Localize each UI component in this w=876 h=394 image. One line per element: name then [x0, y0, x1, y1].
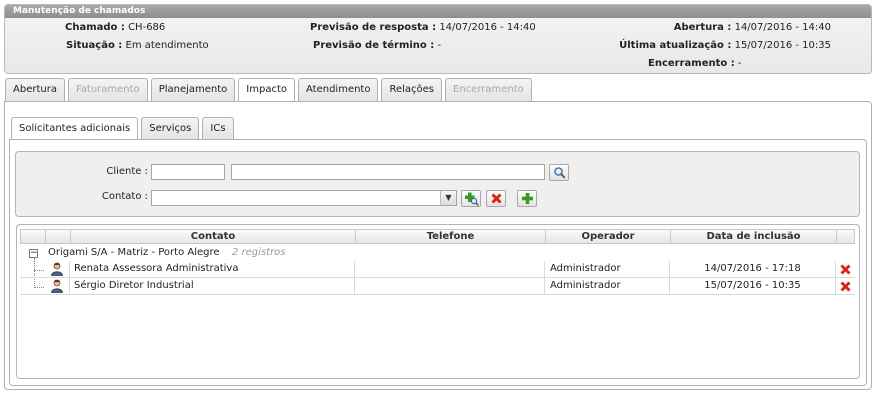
prev-termino-label: Previsão de término :	[313, 40, 435, 51]
data-cell: 15/07/2016 - 10:35	[670, 278, 836, 294]
prev-resposta-value: 14/07/2016 - 14:40	[439, 22, 536, 33]
main-tabs: Abertura Faturamento Planejamento Impact…	[5, 78, 532, 102]
user-icon	[51, 262, 63, 276]
col-telefone[interactable]: Telefone	[356, 230, 546, 243]
tab-impacto[interactable]: Impacto	[238, 78, 295, 102]
abertura-label: Abertura :	[673, 22, 732, 33]
prev-resposta-field: Previsão de resposta : 14/07/2016 - 14:4…	[310, 22, 536, 33]
add-search-icon	[465, 192, 479, 206]
contato-cell: Sérgio Diretor Industrial	[70, 278, 355, 294]
user-icon	[51, 279, 63, 293]
delete-icon	[840, 281, 851, 292]
add-contact-search-button[interactable]	[461, 190, 481, 207]
ultima-atualizacao-field: Última atualização : 15/07/2016 - 10:35	[619, 40, 831, 51]
sub-tabs: Solicitantes adicionais Serviços ICs	[11, 117, 234, 140]
grid-header: Contato Telefone Operador Data de inclus…	[20, 229, 855, 244]
delete-icon	[491, 193, 502, 204]
delete-icon	[840, 264, 851, 275]
subtab-solicitantes[interactable]: Solicitantes adicionais	[11, 117, 139, 140]
tree-column-header	[21, 230, 46, 243]
tab-abertura[interactable]: Abertura	[5, 78, 65, 101]
encerramento-field: Encerramento : -	[648, 58, 742, 69]
col-operador[interactable]: Operador	[546, 230, 671, 243]
filter-box	[15, 151, 860, 217]
operador-cell: Administrador	[545, 261, 670, 277]
table-row[interactable]: Sérgio Diretor Industrial Administrador …	[20, 278, 855, 295]
telefone-cell	[355, 278, 545, 294]
encerramento-label: Encerramento :	[648, 58, 735, 69]
telefone-cell	[355, 261, 545, 277]
delete-row-button[interactable]	[836, 278, 854, 294]
plus-icon	[522, 193, 533, 204]
group-name: Origami S/A - Matriz - Porto Alegre	[48, 247, 220, 258]
search-icon	[554, 167, 566, 179]
cliente-name-input[interactable]	[231, 164, 545, 180]
panel-title: Manutenção de chamados	[5, 5, 871, 18]
prev-termino-field: Previsão de término : -	[313, 40, 441, 51]
subtab-ics[interactable]: ICs	[202, 117, 234, 139]
chamado-label: Chamado :	[65, 22, 125, 33]
delete-row-button[interactable]	[836, 261, 854, 277]
prev-resposta-label: Previsão de resposta :	[310, 22, 437, 33]
tab-relacoes[interactable]: Relações	[381, 78, 443, 101]
collapse-icon[interactable]: −	[29, 249, 38, 258]
contato-label: Contato :	[101, 191, 148, 202]
chevron-down-icon: ▼	[440, 191, 456, 205]
group-count: 2 registros	[232, 247, 286, 258]
abertura-field: Abertura : 14/07/2016 - 14:40	[674, 22, 831, 33]
contato-cell: Renata Assessora Administrativa	[70, 261, 355, 277]
cliente-code-input[interactable]	[151, 164, 225, 180]
operador-cell: Administrador	[545, 278, 670, 294]
ultima-value: 15/07/2016 - 10:35	[734, 40, 831, 51]
situacao-value: Em atendimento	[125, 40, 209, 51]
cliente-label: Cliente :	[106, 166, 148, 177]
ultima-label: Última atualização :	[619, 40, 732, 51]
user-icon-cell	[45, 261, 70, 277]
tab-planejamento[interactable]: Planejamento	[150, 78, 236, 101]
col-contato[interactable]: Contato	[71, 230, 356, 243]
add-contact-button[interactable]	[517, 190, 537, 207]
tab-encerramento: Encerramento	[445, 78, 532, 101]
user-icon-cell	[45, 278, 70, 294]
chamado-field: Chamado : CH-686	[65, 22, 165, 33]
cliente-search-button[interactable]	[549, 164, 569, 181]
situacao-field: Situação : Em atendimento	[66, 40, 209, 51]
situacao-label: Situação :	[66, 40, 123, 51]
encerramento-value: -	[737, 58, 742, 69]
icon-column-header	[46, 230, 71, 243]
tab-atendimento[interactable]: Atendimento	[298, 78, 379, 101]
prev-termino-value: -	[437, 40, 442, 51]
data-cell: 14/07/2016 - 17:18	[670, 261, 836, 277]
abertura-value: 14/07/2016 - 14:40	[734, 22, 831, 33]
group-row[interactable]: − Origami S/A - Matriz - Porto Alegre 2 …	[20, 245, 855, 261]
action-column-header	[837, 230, 855, 243]
chamado-value: CH-686	[128, 22, 166, 33]
clear-contact-button[interactable]	[486, 190, 506, 207]
col-data-inclusao[interactable]: Data de inclusão	[671, 230, 837, 243]
table-row[interactable]: Renata Assessora Administrativa Administ…	[20, 261, 855, 278]
contato-select[interactable]: ▼	[151, 190, 457, 206]
tab-faturamento: Faturamento	[67, 78, 148, 101]
contacts-grid: Contato Telefone Operador Data de inclus…	[16, 224, 860, 379]
subtab-servicos[interactable]: Serviços	[141, 117, 200, 139]
